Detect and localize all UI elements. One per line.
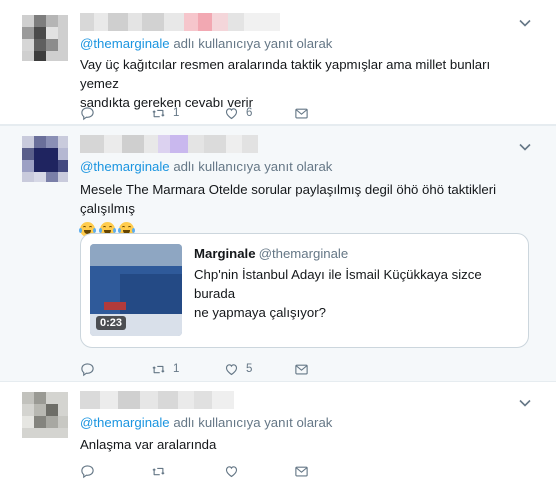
- dm-button[interactable]: [294, 360, 309, 378]
- reply-handle-link[interactable]: @themarginale: [80, 159, 170, 174]
- reply-button[interactable]: [80, 462, 102, 480]
- tweet-actions: 1 6: [80, 104, 330, 122]
- reply-context: @themarginale adlı kullanıcıya yanıt ola…: [80, 159, 332, 174]
- retweet-button[interactable]: 1: [151, 104, 179, 122]
- chevron-down-icon[interactable]: [518, 16, 532, 30]
- reply-icon: [80, 106, 95, 121]
- video-thumbnail[interactable]: 0:23: [90, 244, 182, 336]
- avatar[interactable]: [22, 392, 68, 438]
- like-count: 6: [246, 107, 253, 119]
- avatar[interactable]: [22, 15, 68, 61]
- retweet-count: 1: [173, 363, 180, 375]
- author-name-obscured[interactable]: [80, 135, 258, 153]
- reply-context-label: adlı kullanıcıya yanıt olarak: [173, 159, 333, 174]
- heart-icon: [224, 106, 239, 121]
- reply-context: @themarginale adlı kullanıcıya yanıt ola…: [80, 415, 332, 430]
- envelope-icon: [294, 464, 309, 479]
- like-button[interactable]: 5: [224, 360, 252, 378]
- retweet-count: 1: [173, 107, 180, 119]
- retweet-button[interactable]: 1: [151, 360, 179, 378]
- tweet-text: Mesele The Marmara Otelde sorular paylaş…: [79, 180, 540, 239]
- quoted-text-line: ne yapmaya çalışıyor?: [194, 305, 326, 320]
- quoted-tweet[interactable]: 0:23 Marginale @themarginale Chp'nin İsta…: [80, 233, 529, 348]
- chevron-down-icon[interactable]: [518, 140, 532, 154]
- heart-icon: [224, 464, 239, 479]
- author-name-obscured[interactable]: [80, 391, 234, 409]
- reply-context-label: adlı kullanıcıya yanıt olarak: [173, 415, 333, 430]
- like-button[interactable]: 6: [224, 104, 252, 122]
- tweet-actions: [80, 462, 330, 480]
- heart-icon: [224, 362, 239, 377]
- like-count: 5: [246, 363, 253, 375]
- avatar[interactable]: [22, 136, 68, 182]
- reply-icon: [80, 362, 95, 377]
- tweet[interactable]: @themarginale adlı kullanıcıya yanıt ola…: [0, 125, 556, 382]
- tweet-text-line: Anlaşma var aralarında: [80, 437, 217, 452]
- tweet[interactable]: @themarginale adlı kullanıcıya yanıt ola…: [0, 0, 556, 125]
- tweet-text: Anlaşma var aralarında: [80, 435, 520, 454]
- envelope-icon: [294, 106, 309, 121]
- tweet-text-line: Mesele The Marmara Otelde sorular paylaş…: [80, 182, 497, 216]
- dm-button[interactable]: [294, 462, 309, 480]
- quoted-text-line: Chp'nin İstanbul Adayı ile İsmail Küçükk…: [194, 267, 482, 301]
- tweet-actions: 1 5: [80, 360, 330, 378]
- video-duration: 0:23: [96, 316, 127, 330]
- retweet-icon: [151, 106, 166, 121]
- reply-handle-link[interactable]: @themarginale: [80, 36, 170, 51]
- reply-button[interactable]: [80, 104, 102, 122]
- quoted-author-name: Marginale: [194, 246, 256, 261]
- quoted-author[interactable]: Marginale @themarginale: [194, 246, 348, 261]
- chevron-down-icon[interactable]: [518, 396, 532, 410]
- reply-icon: [80, 464, 95, 479]
- tweet[interactable]: @themarginale adlı kullanıcıya yanıt ola…: [0, 382, 556, 484]
- reply-context: @themarginale adlı kullanıcıya yanıt ola…: [80, 36, 332, 51]
- like-button[interactable]: [224, 462, 246, 480]
- retweet-icon: [151, 362, 166, 377]
- retweet-button[interactable]: [151, 462, 173, 480]
- reply-context-label: adlı kullanıcıya yanıt olarak: [173, 36, 333, 51]
- reply-button[interactable]: [80, 360, 102, 378]
- dm-button[interactable]: [294, 104, 309, 122]
- retweet-icon: [151, 464, 166, 479]
- envelope-icon: [294, 362, 309, 377]
- quoted-author-handle: @themarginale: [258, 246, 349, 261]
- reply-handle-link[interactable]: @themarginale: [80, 415, 170, 430]
- quoted-tweet-text: Chp'nin İstanbul Adayı ile İsmail Küçükk…: [194, 265, 514, 322]
- author-name-obscured[interactable]: [80, 13, 280, 31]
- tweet-text-line: Vay üç kağıtcılar resmen aralarında takt…: [80, 57, 491, 91]
